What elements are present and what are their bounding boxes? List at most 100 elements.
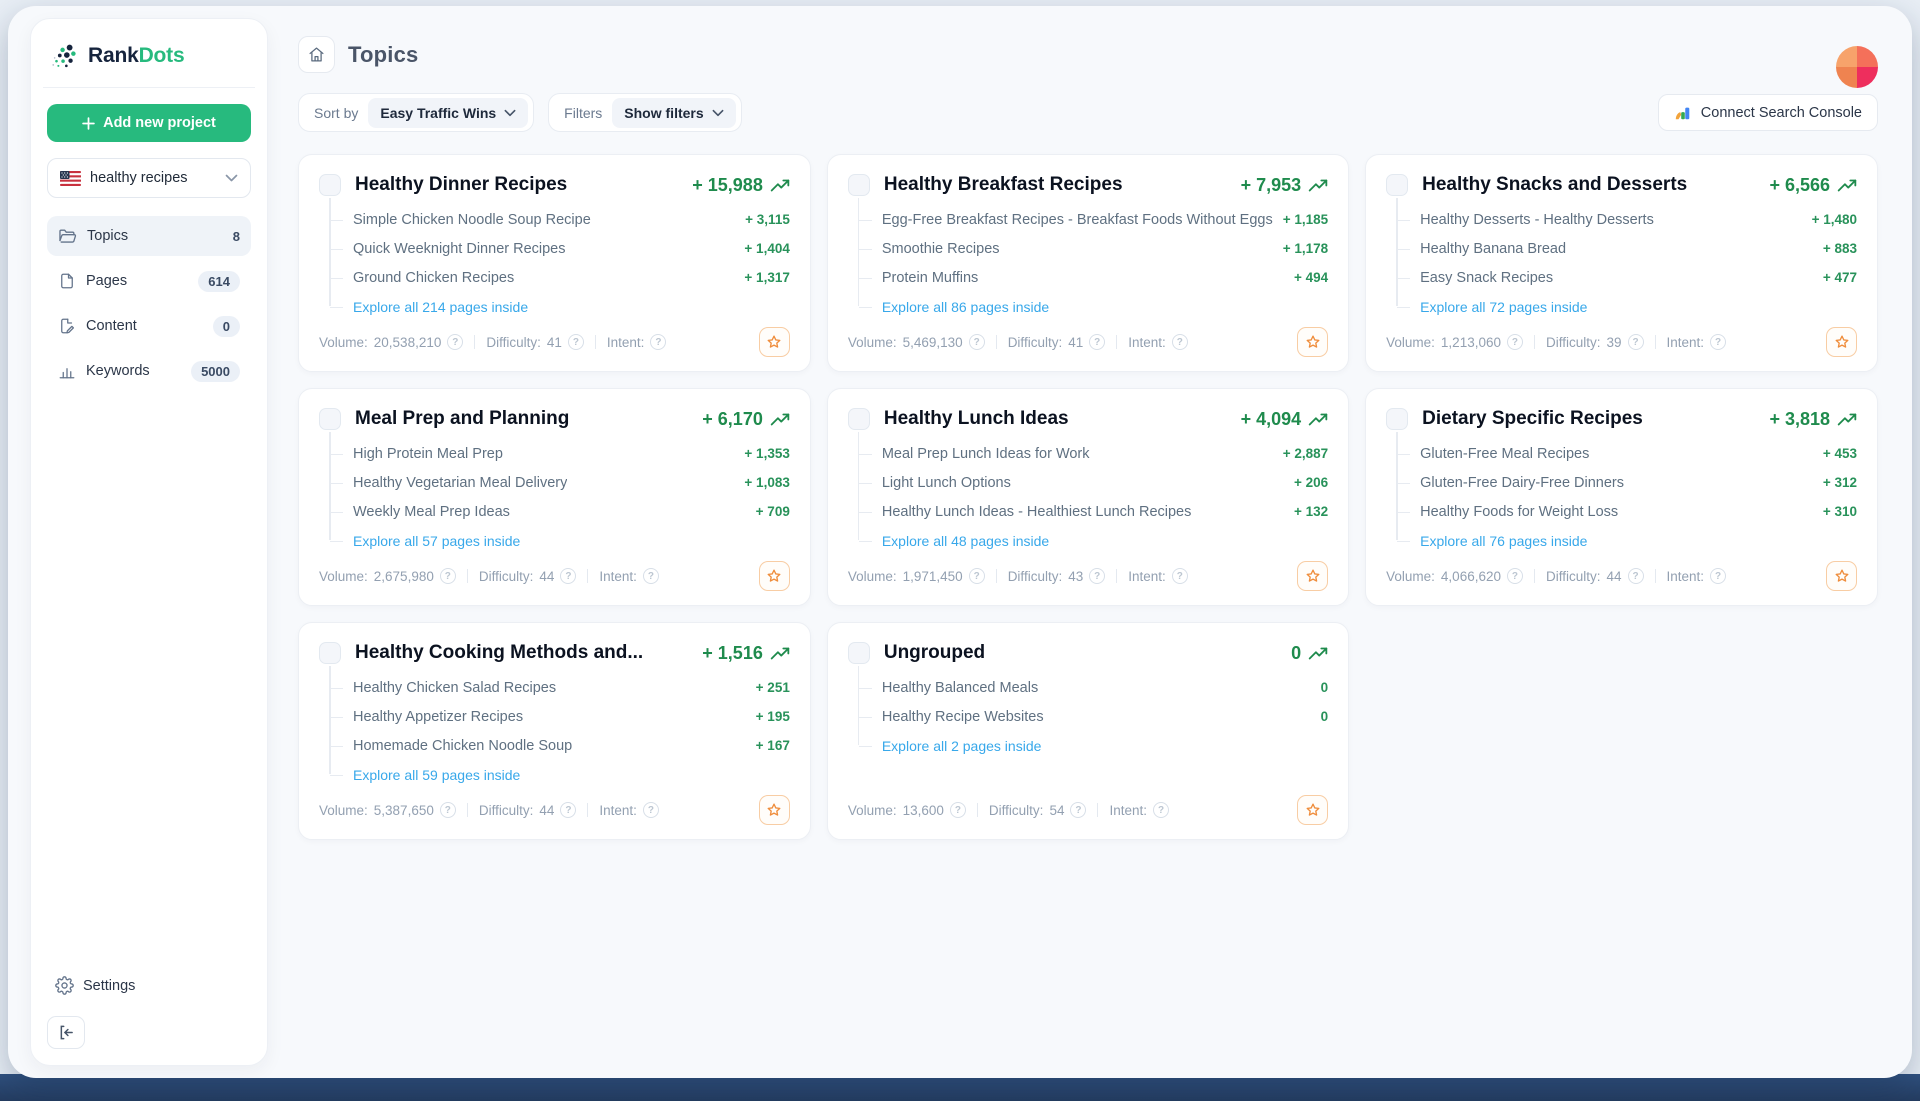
- topic-checkbox[interactable]: [848, 642, 870, 664]
- page-traffic-gain: + 195: [746, 709, 790, 724]
- help-icon[interactable]: ?: [568, 334, 584, 350]
- explore-pages-link[interactable]: Explore all 48 pages inside: [882, 533, 1049, 549]
- explore-row: Explore all 59 pages inside: [329, 760, 790, 789]
- help-icon[interactable]: ?: [1070, 802, 1086, 818]
- help-icon[interactable]: ?: [650, 334, 666, 350]
- help-icon[interactable]: ?: [643, 568, 659, 584]
- help-icon[interactable]: ?: [1710, 568, 1726, 584]
- filters-dropdown[interactable]: Filters Show filters: [548, 93, 741, 132]
- sidebar-item-keywords[interactable]: Keywords 5000: [47, 351, 251, 391]
- home-button[interactable]: [298, 36, 335, 73]
- favorite-button[interactable]: [1826, 561, 1857, 591]
- topic-checkbox[interactable]: [1386, 408, 1408, 430]
- topic-title[interactable]: Dietary Specific Recipes: [1422, 408, 1643, 430]
- topic-title[interactable]: Healthy Cooking Methods and...: [355, 642, 643, 664]
- trend-up-icon: [1308, 646, 1328, 661]
- page-label: Gluten-Free Dairy-Free Dinners: [1420, 475, 1624, 491]
- topic-checkbox[interactable]: [848, 408, 870, 430]
- page-label: Smoothie Recipes: [882, 241, 1000, 257]
- footer-separator: [1655, 569, 1656, 583]
- topic-title[interactable]: Healthy Snacks and Desserts: [1422, 174, 1687, 196]
- toolbar: Sort by Easy Traffic Wins Filters Show f…: [298, 93, 1878, 132]
- nav-count-badge: 614: [198, 271, 240, 292]
- footer-separator: [1534, 569, 1535, 583]
- favorite-button[interactable]: [759, 561, 790, 591]
- help-icon[interactable]: ?: [1172, 334, 1188, 350]
- topic-traffic-gain: + 7,953: [1241, 175, 1329, 196]
- topic-pages-list: Gluten-Free Meal Recipes+ 453Gluten-Free…: [1396, 439, 1857, 555]
- sidebar-divider: [43, 87, 255, 88]
- add-new-project-button[interactable]: Add new project: [47, 104, 251, 142]
- footer-separator: [996, 569, 997, 583]
- topic-checkbox[interactable]: [319, 408, 341, 430]
- topic-title[interactable]: Healthy Dinner Recipes: [355, 174, 567, 196]
- page-traffic-gain: + 1,178: [1273, 241, 1328, 256]
- explore-row: Explore all 72 pages inside: [1396, 292, 1857, 321]
- help-icon[interactable]: ?: [1172, 568, 1188, 584]
- sidebar-item-settings[interactable]: Settings: [47, 970, 143, 1001]
- explore-pages-link[interactable]: Explore all 72 pages inside: [1420, 299, 1587, 315]
- volume-stat: Volume:13,600 ?: [848, 802, 966, 818]
- help-icon[interactable]: ?: [440, 568, 456, 584]
- nav-count-badge: 0: [213, 316, 240, 337]
- favorite-button[interactable]: [1826, 327, 1857, 357]
- help-icon[interactable]: ?: [1089, 334, 1105, 350]
- explore-pages-link[interactable]: Explore all 86 pages inside: [882, 299, 1049, 315]
- page-row: Healthy Recipe Websites0: [858, 702, 1328, 731]
- explore-pages-link[interactable]: Explore all 2 pages inside: [882, 738, 1042, 754]
- favorite-button[interactable]: [759, 327, 790, 357]
- help-icon[interactable]: ?: [643, 802, 659, 818]
- collapse-sidebar-button[interactable]: [47, 1016, 85, 1049]
- help-icon[interactable]: ?: [1628, 334, 1644, 350]
- topic-checkbox[interactable]: [319, 174, 341, 196]
- sidebar-item-content[interactable]: Content 0: [47, 306, 251, 346]
- help-icon[interactable]: ?: [440, 802, 456, 818]
- help-icon[interactable]: ?: [1710, 334, 1726, 350]
- brand-name: RankDots: [88, 44, 184, 68]
- project-selector[interactable]: healthy recipes: [47, 158, 251, 198]
- nav-count-badge: 8: [233, 229, 240, 244]
- favorite-button[interactable]: [759, 795, 790, 825]
- page-label: Meal Prep Lunch Ideas for Work: [882, 446, 1090, 462]
- help-icon[interactable]: ?: [1153, 802, 1169, 818]
- explore-pages-link[interactable]: Explore all 57 pages inside: [353, 533, 520, 549]
- topic-card: Healthy Snacks and Desserts + 6,566 Heal…: [1365, 154, 1878, 372]
- sidebar-item-pages[interactable]: Pages 614: [47, 261, 251, 301]
- topic-checkbox[interactable]: [319, 642, 341, 664]
- avatar[interactable]: [1836, 46, 1878, 88]
- topic-title[interactable]: Meal Prep and Planning: [355, 408, 569, 430]
- help-icon[interactable]: ?: [1507, 568, 1523, 584]
- explore-pages-link[interactable]: Explore all 59 pages inside: [353, 767, 520, 783]
- topic-pages-list: Healthy Chicken Salad Recipes+ 251Health…: [329, 673, 790, 789]
- help-icon[interactable]: ?: [560, 568, 576, 584]
- sidebar: RankDots Add new project healthy recipes…: [30, 18, 268, 1066]
- topic-checkbox[interactable]: [1386, 174, 1408, 196]
- topic-card-header: Dietary Specific Recipes + 3,818: [1386, 408, 1857, 430]
- help-icon[interactable]: ?: [1628, 568, 1644, 584]
- topic-pages-list: High Protein Meal Prep+ 1,353Healthy Veg…: [329, 439, 790, 555]
- topic-checkbox[interactable]: [848, 174, 870, 196]
- page-title: Topics: [348, 42, 418, 68]
- help-icon[interactable]: ?: [969, 568, 985, 584]
- topic-pages-list: Meal Prep Lunch Ideas for Work+ 2,887Lig…: [858, 439, 1328, 555]
- help-icon[interactable]: ?: [950, 802, 966, 818]
- favorite-button[interactable]: [1297, 561, 1328, 591]
- topic-title[interactable]: Healthy Breakfast Recipes: [884, 174, 1123, 196]
- help-icon[interactable]: ?: [1089, 568, 1105, 584]
- topic-title[interactable]: Ungrouped: [884, 642, 985, 664]
- help-icon[interactable]: ?: [560, 802, 576, 818]
- favorite-button[interactable]: [1297, 795, 1328, 825]
- sort-by-dropdown[interactable]: Sort by Easy Traffic Wins: [298, 93, 534, 132]
- explore-pages-link[interactable]: Explore all 214 pages inside: [353, 299, 528, 315]
- explore-pages-link[interactable]: Explore all 76 pages inside: [1420, 533, 1587, 549]
- connect-search-console-button[interactable]: Connect Search Console: [1658, 94, 1878, 131]
- help-icon[interactable]: ?: [447, 334, 463, 350]
- favorite-button[interactable]: [1297, 327, 1328, 357]
- topic-title[interactable]: Healthy Lunch Ideas: [884, 408, 1069, 430]
- intent-stat: Intent: ?: [1667, 334, 1727, 350]
- topic-card-footer: Volume:5,387,650 ? Difficulty:44 ? Inten…: [319, 795, 790, 825]
- trend-up-icon: [1837, 178, 1857, 193]
- help-icon[interactable]: ?: [1507, 334, 1523, 350]
- sidebar-item-topics[interactable]: Topics 8: [47, 216, 251, 256]
- help-icon[interactable]: ?: [969, 334, 985, 350]
